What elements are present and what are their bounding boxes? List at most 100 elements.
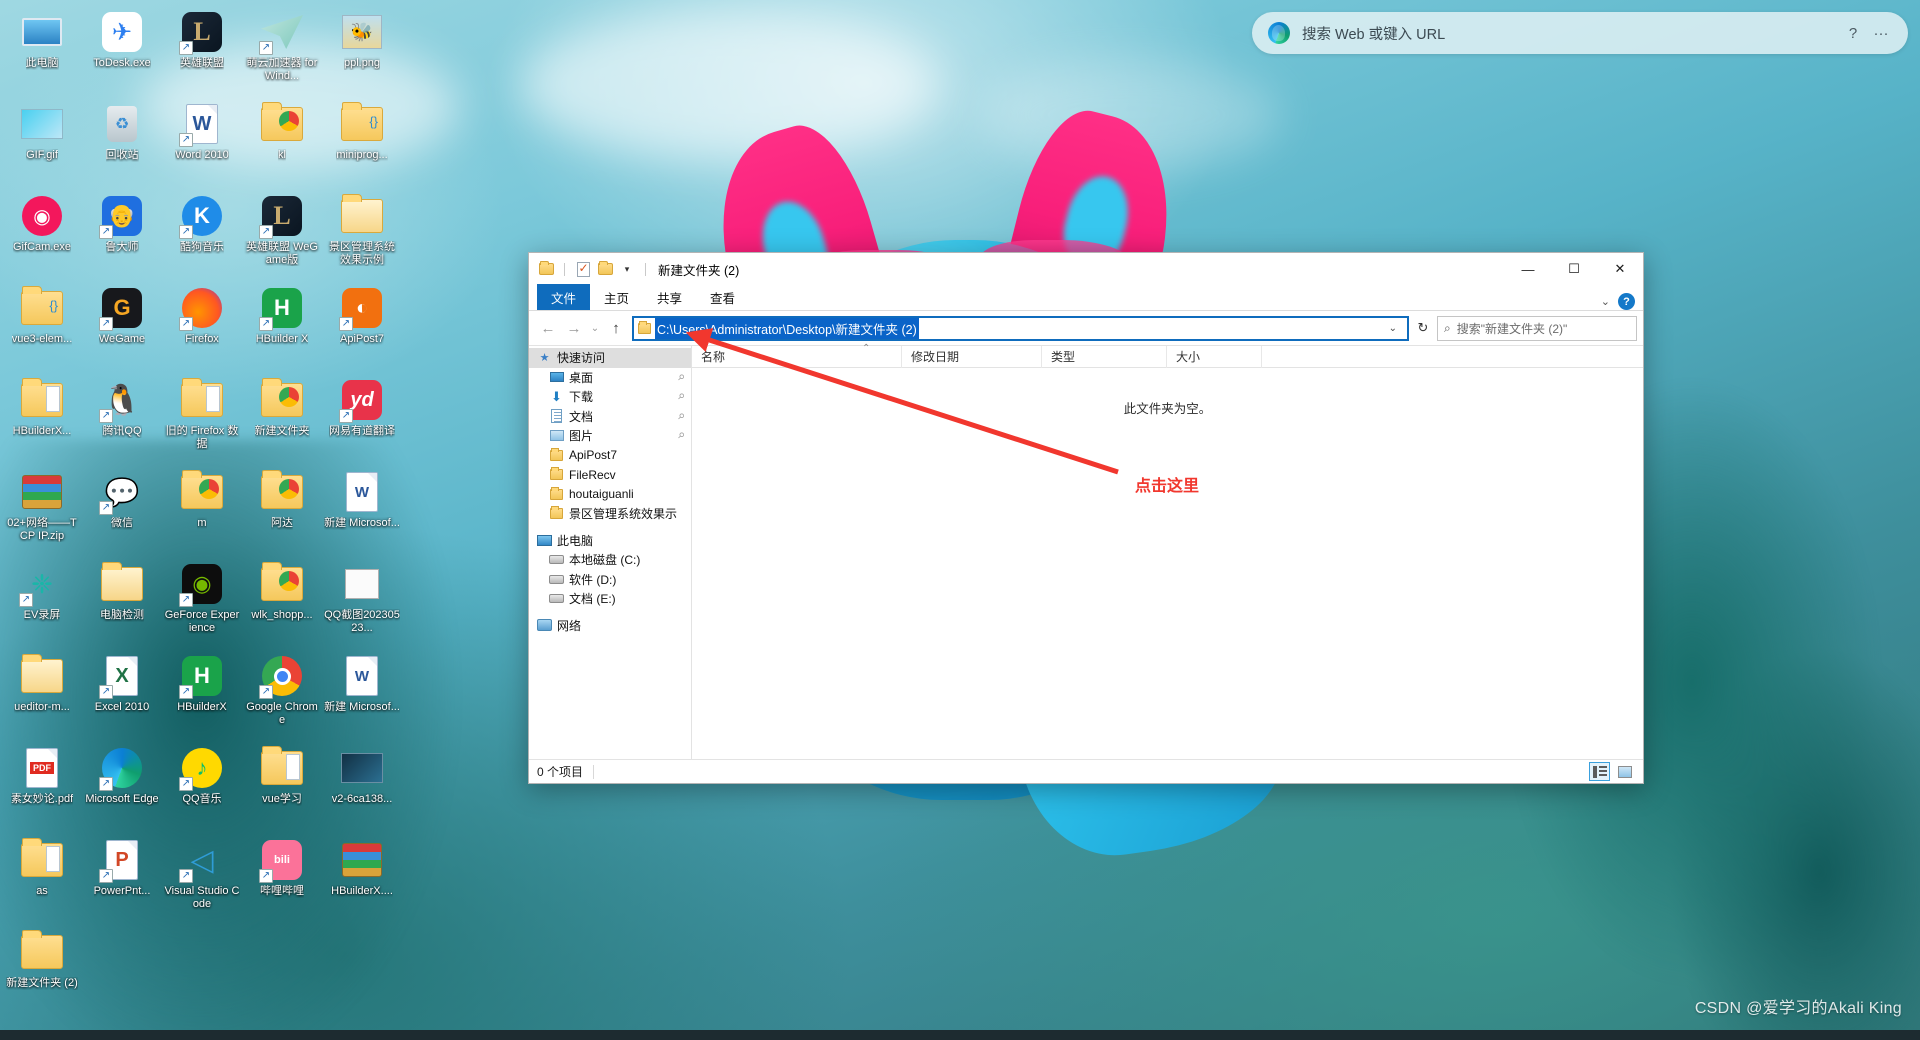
- desktop-icon[interactable]: K ↗ 酷狗音乐: [164, 190, 240, 282]
- desktop-icon[interactable]: {} miniprog...: [324, 98, 400, 190]
- desktop-icon[interactable]: PDF 素女妙论.pdf: [4, 742, 80, 834]
- chevron-down-icon[interactable]: ▾: [618, 260, 636, 278]
- ribbon-tab-3[interactable]: 查看: [696, 284, 749, 310]
- desktop-icon[interactable]: yd ↗ 网易有道翻译: [324, 374, 400, 466]
- desktop-icon[interactable]: ◐ ↗ ApiPost7: [324, 282, 400, 374]
- pin-icon[interactable]: ⚲: [676, 411, 687, 422]
- desktop-icon[interactable]: 💬 ↗ 微信: [84, 466, 160, 558]
- ribbon-tab-0[interactable]: 文件: [537, 284, 591, 310]
- desktop-icon[interactable]: m: [164, 466, 240, 558]
- desktop-icon[interactable]: ◉ GifCam.exe: [4, 190, 80, 282]
- desktop-icon[interactable]: vue学习: [244, 742, 320, 834]
- maximize-button[interactable]: ☐: [1551, 253, 1597, 285]
- desktop-icon[interactable]: ↗ Google Chrome: [244, 650, 320, 742]
- desktop-icon[interactable]: H ↗ HBuilder X: [244, 282, 320, 374]
- pin-icon[interactable]: ⚲: [676, 430, 687, 441]
- new-folder-icon[interactable]: [596, 260, 614, 278]
- explorer-search-box[interactable]: ⌕ 搜索"新建文件夹 (2)": [1437, 315, 1637, 341]
- ribbon-tab-2[interactable]: 共享: [643, 284, 696, 310]
- desktop-icon[interactable]: ueditor-m...: [4, 650, 80, 742]
- desktop-web-search-bar[interactable]: 搜索 Web 或键入 URL ? ···: [1252, 12, 1908, 54]
- nav-item-5[interactable]: ApiPost7: [529, 446, 691, 466]
- desktop-icon[interactable]: ↗ Microsoft Edge: [84, 742, 160, 834]
- back-button[interactable]: ←: [535, 315, 561, 341]
- nav-item-3[interactable]: 文档 ⚲: [529, 407, 691, 427]
- desktop-icon[interactable]: GIF.gif: [4, 98, 80, 190]
- desktop-icon[interactable]: bili ↗ 哔哩哔哩: [244, 834, 320, 926]
- pin-icon[interactable]: ⚲: [676, 372, 687, 383]
- desktop-icon[interactable]: 新建文件夹 (2): [4, 926, 80, 1018]
- desktop-icon[interactable]: 电脑检测: [84, 558, 160, 650]
- desktop-icon[interactable]: ◉ ↗ GeForce Experience: [164, 558, 240, 650]
- nav-item-13[interactable]: 网络: [529, 616, 691, 636]
- desktop-icon[interactable]: kl: [244, 98, 320, 190]
- desktop-icon[interactable]: H ↗ HBuilderX: [164, 650, 240, 742]
- recent-locations-button[interactable]: ⌄: [587, 315, 603, 341]
- nav-item-6[interactable]: FileRecv: [529, 465, 691, 485]
- help-circle-icon[interactable]: ?: [1842, 22, 1864, 44]
- nav-item-9[interactable]: 此电脑: [529, 531, 691, 551]
- desktop-icon[interactable]: v2-6ca138...: [324, 742, 400, 834]
- desktop-icon[interactable]: ♪ ↗ QQ音乐: [164, 742, 240, 834]
- desktop-icon[interactable]: 新建文件夹: [244, 374, 320, 466]
- desktop-icon[interactable]: L ↗ 英雄联盟: [164, 6, 240, 98]
- desktop-icon[interactable]: wlk_shopp...: [244, 558, 320, 650]
- forward-button[interactable]: →: [561, 315, 587, 341]
- web-search-placeholder[interactable]: 搜索 Web 或键入 URL: [1302, 23, 1836, 44]
- address-path-text[interactable]: C:\Users\Administrator\Desktop\新建文件夹 (2): [655, 317, 919, 339]
- up-button[interactable]: ↑: [603, 315, 629, 341]
- desktop-icon[interactable]: HBuilderX....: [324, 834, 400, 926]
- nav-item-0[interactable]: ★ 快速访问: [529, 348, 691, 368]
- column-header-1[interactable]: 修改日期: [902, 345, 1042, 368]
- refresh-button[interactable]: ↻: [1409, 316, 1437, 341]
- minimize-button[interactable]: —: [1505, 253, 1551, 285]
- column-header-0[interactable]: 名称: [692, 345, 902, 368]
- details-view-icon[interactable]: [1589, 762, 1610, 781]
- nav-item-8[interactable]: 景区管理系统效果示: [529, 504, 691, 524]
- ribbon-collapse-icon[interactable]: ⌄: [1601, 295, 1610, 308]
- desktop-icon[interactable]: HBuilderX...: [4, 374, 80, 466]
- nav-item-2[interactable]: ⬇ 下载 ⚲: [529, 387, 691, 407]
- desktop-icon[interactable]: L ↗ 英雄联盟 WeGame版: [244, 190, 320, 282]
- nav-item-10[interactable]: 本地磁盘 (C:): [529, 550, 691, 570]
- desktop-icon[interactable]: G ↗ WeGame: [84, 282, 160, 374]
- properties-checkmark-icon[interactable]: [574, 260, 592, 278]
- desktop-icon[interactable]: {} vue3-elem...: [4, 282, 80, 374]
- pin-icon[interactable]: ⚲: [676, 391, 687, 402]
- desktop-icon[interactable]: W ↗ Word 2010: [164, 98, 240, 190]
- ribbon-tab-1[interactable]: 主页: [590, 284, 643, 310]
- desktop-icon[interactable]: ◁ ↗ Visual Studio Code: [164, 834, 240, 926]
- desktop-icon[interactable]: 👴 ↗ 鲁大师: [84, 190, 160, 282]
- desktop-icon[interactable]: 旧的 Firefox 数据: [164, 374, 240, 466]
- desktop-icon[interactable]: W 新建 Microsof...: [324, 466, 400, 558]
- large-icons-view-icon[interactable]: [1614, 762, 1635, 781]
- desktop-icon[interactable]: ✈ ToDesk.exe: [84, 6, 160, 98]
- desktop-icon[interactable]: ♻ 回收站: [84, 98, 160, 190]
- nav-item-7[interactable]: houtaiguanli: [529, 485, 691, 505]
- desktop-icon[interactable]: 02+网络——TCP IP.zip: [4, 466, 80, 558]
- desktop-icon[interactable]: 景区管理系统效果示例: [324, 190, 400, 282]
- desktop-icon[interactable]: 阿达: [244, 466, 320, 558]
- desktop-icon[interactable]: W 新建 Microsof...: [324, 650, 400, 742]
- column-header-3[interactable]: 大小: [1167, 345, 1262, 368]
- desktop-icon[interactable]: ↗ Firefox: [164, 282, 240, 374]
- desktop-icon[interactable]: 🐝 ppl.png: [324, 6, 400, 98]
- desktop-icon[interactable]: as: [4, 834, 80, 926]
- folder-icon[interactable]: [537, 260, 555, 278]
- nav-item-11[interactable]: 软件 (D:): [529, 570, 691, 590]
- desktop-icon[interactable]: ❈ ↗ EV录屏: [4, 558, 80, 650]
- address-dropdown-icon[interactable]: ⌄: [1383, 323, 1403, 334]
- close-button[interactable]: ✕: [1597, 253, 1643, 285]
- desktop-icon[interactable]: QQ截图20230523...: [324, 558, 400, 650]
- desktop-icon[interactable]: X ↗ Excel 2010: [84, 650, 160, 742]
- desktop-icon[interactable]: ↗ 萌云加速器 for Wind...: [244, 6, 320, 98]
- desktop-icon[interactable]: 🐧 ↗ 腾讯QQ: [84, 374, 160, 466]
- desktop-icon[interactable]: P ↗ PowerPnt...: [84, 834, 160, 926]
- address-bar[interactable]: C:\Users\Administrator\Desktop\新建文件夹 (2)…: [632, 315, 1409, 341]
- nav-item-12[interactable]: 文档 (E:): [529, 589, 691, 609]
- column-header-2[interactable]: 类型: [1042, 345, 1167, 368]
- nav-item-1[interactable]: 桌面 ⚲: [529, 368, 691, 388]
- desktop-icon[interactable]: 此电脑: [4, 6, 80, 98]
- nav-item-4[interactable]: 图片 ⚲: [529, 426, 691, 446]
- more-options-icon[interactable]: ···: [1870, 22, 1892, 44]
